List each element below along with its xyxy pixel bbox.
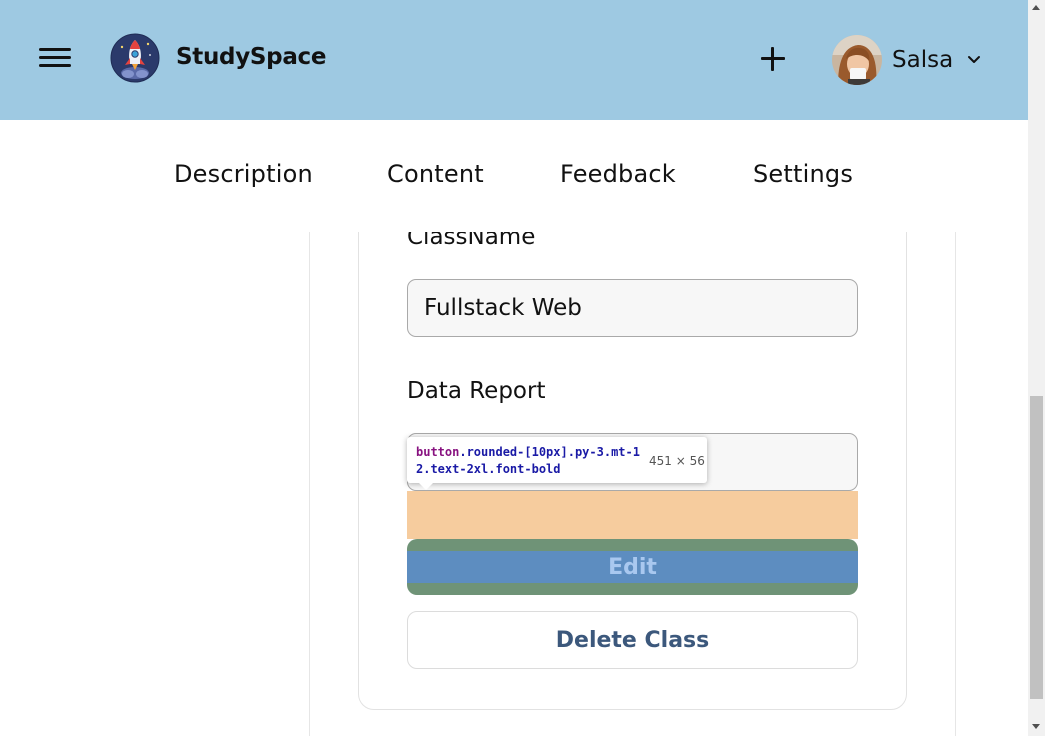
user-menu[interactable]: Salsa	[832, 34, 981, 86]
scroll-down-arrow-icon[interactable]	[1032, 724, 1040, 729]
scrollbar[interactable]	[1028, 0, 1045, 736]
app-header: StudySpace Salsa	[0, 0, 1028, 120]
tab-feedback[interactable]: Feedback	[560, 160, 676, 188]
devtools-inspect-tooltip: button.rounded-[10px].py-3.mt-12.text-2x…	[407, 437, 707, 490]
hamburger-menu-icon[interactable]	[39, 46, 71, 70]
tooltip-selector: button.rounded-[10px].py-3.mt-12.text-2x…	[416, 444, 644, 478]
tab-settings[interactable]: Settings	[753, 160, 853, 188]
content-divider-right	[955, 232, 956, 736]
chevron-down-icon[interactable]	[967, 55, 981, 65]
devtools-margin-highlight	[407, 491, 858, 539]
rocket-logo-icon[interactable]	[110, 33, 160, 83]
delete-class-button[interactable]: Delete Class	[407, 611, 858, 669]
edit-button[interactable]: Edit	[407, 551, 858, 583]
tooltip-size: 451 × 56	[649, 454, 705, 468]
avatar[interactable]	[832, 35, 882, 85]
classname-input[interactable]	[407, 279, 858, 337]
tab-description[interactable]: Description	[174, 160, 313, 188]
tab-content[interactable]: Content	[387, 160, 484, 188]
content-divider-left	[309, 232, 310, 736]
brand-name[interactable]: StudySpace	[176, 44, 326, 70]
classname-label: ClassName	[407, 224, 536, 250]
username[interactable]: Salsa	[892, 47, 953, 73]
add-class-plus-icon[interactable]	[759, 44, 787, 72]
tooltip-tag: button	[416, 445, 460, 459]
scroll-up-arrow-icon[interactable]	[1032, 5, 1040, 10]
scrollbar-thumb[interactable]	[1030, 396, 1043, 699]
data-report-label: Data Report	[407, 378, 546, 404]
